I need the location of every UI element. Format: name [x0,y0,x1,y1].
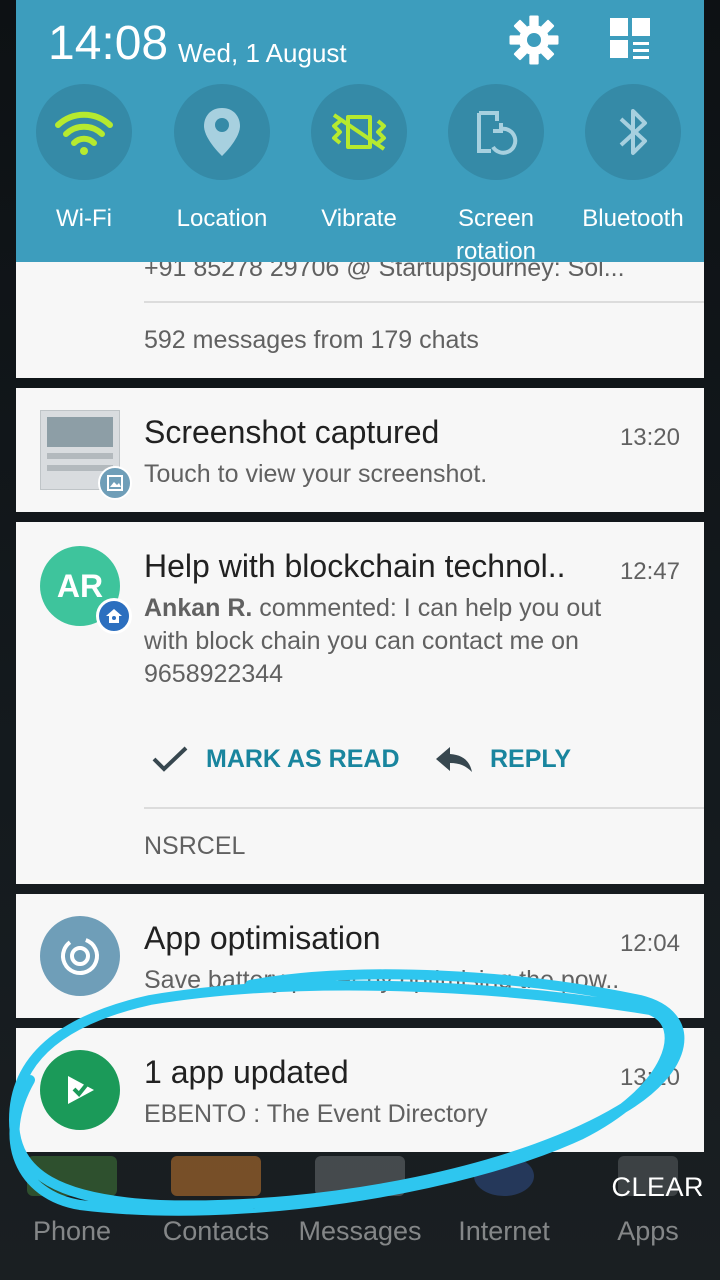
notification-body-line-3: 9658922344 [144,660,284,688]
phone-icon [27,1156,117,1196]
notification-partial-line: +91 85278 29706 @ Startupsjourney: Sol..… [144,262,625,282]
gallery-badge-icon [98,466,132,500]
avatar-initials: AR [56,567,104,604]
qs-tile-circle [174,84,270,180]
reply-button[interactable]: REPLY [434,744,571,774]
qs-tile-label: Screen rotation [455,205,537,265]
dock-app-contacts[interactable]: Contacts [144,1150,288,1280]
location-pin-icon [204,108,240,156]
notification-summary: 592 messages from 179 chats [144,326,479,354]
divider [144,807,704,809]
comment-body: commented: I can help you out [252,594,602,622]
notification-time: 13:20 [619,424,680,451]
qs-tile-circle [585,84,681,180]
qs-tile-label: Vibrate [321,205,397,232]
notification-app-optimisation[interactable]: App optimisation 12:04 Save battery powe… [16,894,704,1018]
settings-gear-icon[interactable] [506,12,562,68]
dock-label: Apps [617,1216,679,1246]
notification-title: Help with blockchain technol.. [144,548,566,584]
dock-app-internet[interactable]: Internet [432,1150,576,1280]
internet-icon [474,1156,534,1196]
notification-title: App optimisation [144,920,381,956]
home-dock: Phone Contacts Messages Internet Apps [0,1150,720,1280]
screen-rotation-icon [477,111,518,155]
wifi-icon [55,111,113,155]
qs-tile-label: Bluetooth [582,205,684,232]
qs-tile-screen-rotation[interactable]: Screen rotation [428,84,564,268]
qs-tile-wifi[interactable]: Wi-Fi [16,84,152,235]
qs-tile-circle [36,84,132,180]
notification-title: Screenshot captured [144,414,440,450]
clock-date: Wed, 1 August [178,38,347,68]
dock-app-messages[interactable]: Messages [288,1150,432,1280]
notification-time: 12:47 [619,558,680,585]
dock-label: Contacts [162,1216,270,1246]
qs-tile-label: Location [176,205,268,232]
edit-tiles-icon[interactable] [606,14,656,64]
notification-time: 12:04 [619,930,680,957]
notification-screenshot[interactable]: Screenshot captured 13:20 Touch to view … [16,388,704,512]
notification-comment[interactable]: AR Help with blockchain technol.. 12:47 … [16,522,704,884]
optimisation-icon [40,916,120,996]
quick-settings-panel: 14:08 Wed, 1 August Wi-Fi Location Vibra… [16,0,704,265]
notification-whatsapp[interactable]: +91 85278 29706 @ Startupsjourney: Sol..… [16,262,704,378]
mark-as-read-button[interactable]: MARK AS READ [150,744,400,774]
qs-tile-vibrate[interactable]: Vibrate [291,84,427,235]
notification-body-line-1: Ankan R. commented: I can help you out [144,594,601,623]
mark-as-read-label: MARK AS READ [206,744,400,773]
app-badge-icon [96,598,132,634]
qs-tile-bluetooth[interactable]: Bluetooth [565,84,701,235]
clock-time: 14:08 [48,17,169,70]
contacts-icon [171,1156,261,1196]
notification-time: 13:20 [619,1064,680,1091]
clear-all-button[interactable]: CLEAR [611,1172,704,1203]
vibrate-icon [332,113,386,151]
reply-arrow-icon [436,747,472,772]
qs-tile-circle [311,84,407,180]
notification-app-updated[interactable]: 1 app updated 13:20 EBENTO : The Event D… [16,1028,704,1152]
dock-app-apps[interactable]: Apps [576,1150,720,1280]
messages-icon [315,1156,405,1196]
notification-body-line-2: with block chain you can contact me on [144,627,579,655]
notification-source: NSRCEL [144,832,246,860]
notification-text: Save battery power by optimising the pow… [144,966,620,994]
qs-tile-location[interactable]: Location [154,84,290,235]
notification-title: 1 app updated [144,1054,349,1090]
notification-text: Touch to view your screenshot. [144,460,488,488]
dock-label: Internet [458,1216,550,1246]
play-store-update-icon [40,1050,120,1130]
divider [144,301,704,303]
comment-author: Ankan R. [144,594,253,622]
qs-tile-circle [448,84,544,180]
notification-text: EBENTO : The Event Directory [144,1100,488,1128]
reply-label: REPLY [490,744,572,773]
qs-tile-label: Wi-Fi [56,205,112,232]
dock-app-phone[interactable]: Phone [0,1150,144,1280]
dock-label: Phone [32,1216,112,1246]
checkmark-icon [152,746,188,772]
bluetooth-icon [619,109,647,155]
dock-label: Messages [298,1216,422,1246]
